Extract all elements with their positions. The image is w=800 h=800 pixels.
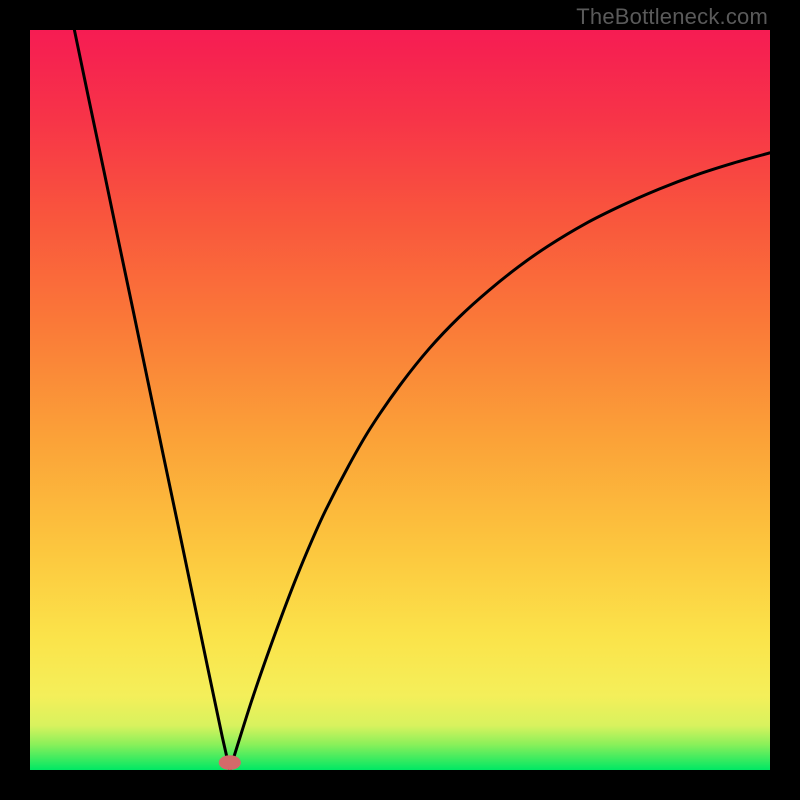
vertex-marker: [219, 755, 241, 770]
chart-svg: [30, 30, 770, 770]
chart-background: [30, 30, 770, 770]
watermark-text: TheBottleneck.com: [576, 4, 768, 30]
chart-frame: [30, 30, 770, 770]
